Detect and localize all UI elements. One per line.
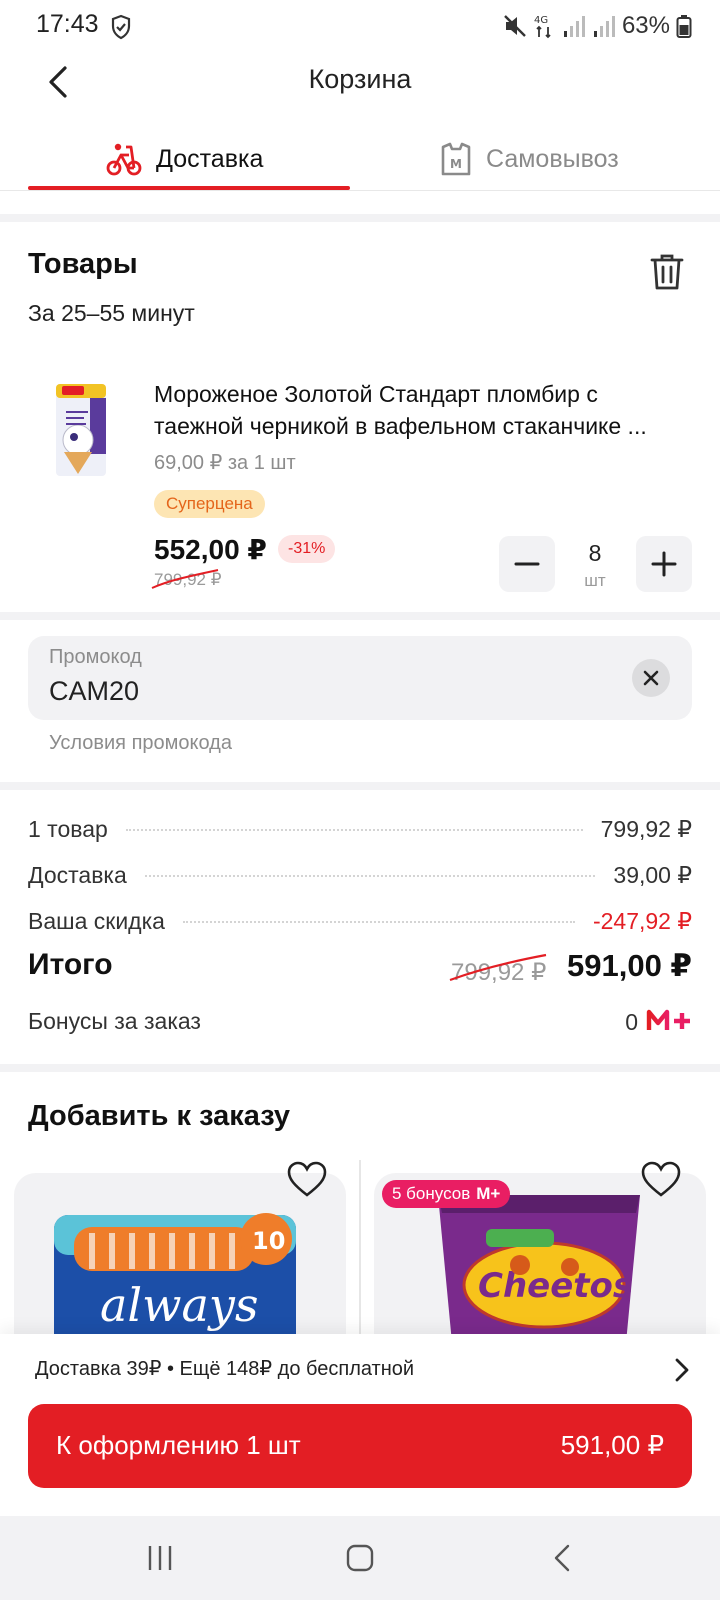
mute-icon	[504, 15, 526, 37]
chevron-right-icon[interactable]	[672, 1356, 692, 1384]
section-separator	[0, 612, 720, 620]
increase-quantity-button[interactable]	[636, 536, 692, 592]
tabs-divider	[0, 190, 720, 191]
strike-through-mark	[151, 569, 219, 589]
recent-apps-icon[interactable]	[146, 1544, 174, 1572]
superprice-badge: Суперцена	[154, 490, 265, 518]
summary-items-row: 1 товар 799,92 ₽	[28, 816, 692, 843]
discount-badge: -31%	[278, 535, 336, 563]
total-value: 591,00 ₽	[567, 948, 692, 983]
product-name-line-2: таежной черникой в вафельном стаканчике …	[154, 413, 647, 439]
battery-icon	[676, 15, 692, 38]
favorite-heart-icon[interactable]	[286, 1160, 328, 1198]
bonus-label: Бонусы за заказ	[28, 1008, 201, 1034]
svg-text:10: 10	[252, 1227, 285, 1255]
summary-delivery-label: Доставка	[28, 862, 127, 888]
bike-courier-icon	[106, 143, 142, 176]
svg-text:Cheetos: Cheetos	[478, 1266, 633, 1306]
promo-code-value[interactable]: CAM20	[49, 676, 139, 707]
tab-pickup-label: Самовывоз	[486, 144, 619, 173]
system-back-icon[interactable]	[552, 1544, 572, 1572]
shopping-bag-icon: M	[441, 142, 471, 176]
strike-through-mark	[449, 953, 547, 982]
summary-discount-value: -247,92 ₽	[592, 908, 692, 934]
checkout-button-label: К оформлению 1 шт	[56, 1430, 301, 1460]
svg-text:M: M	[450, 157, 462, 171]
product-name-line-1: Мороженое Золотой Стандарт пломбир с	[154, 381, 598, 407]
recommended-product-card[interactable]: 10 always	[14, 1173, 346, 1343]
summary-delivery-value: 39,00 ₽	[613, 862, 692, 888]
decrease-quantity-button[interactable]	[499, 536, 555, 592]
bonus-badge-text: 5 бонусов	[392, 1184, 471, 1203]
tab-delivery[interactable]: Доставка	[106, 130, 263, 188]
cards-divider	[359, 1160, 361, 1340]
summary-discount-label: Ваша скидка	[28, 908, 165, 934]
favorite-heart-icon[interactable]	[640, 1160, 682, 1198]
checkout-button-sum: 591,00 ₽	[560, 1430, 664, 1460]
minus-icon	[514, 562, 540, 566]
section-separator	[0, 1064, 720, 1072]
summary-discount-row: Ваша скидка -247,92 ₽	[28, 908, 692, 935]
signal-icon-2	[593, 16, 615, 37]
dotted-leader	[144, 875, 596, 877]
section-separator	[0, 782, 720, 790]
add-to-order-title: Добавить к заказу	[28, 1100, 291, 1132]
status-time: 17:43	[36, 10, 99, 38]
svg-text:4G: 4G	[534, 15, 548, 26]
total-label: Итого	[28, 948, 113, 981]
quantity-value: 8	[588, 540, 602, 566]
tab-pickup[interactable]: M Самовывоз	[440, 130, 619, 188]
always-pads-product-image: 10 always	[54, 1213, 296, 1343]
plus-icon	[651, 551, 677, 577]
section-separator	[0, 214, 720, 222]
tab-delivery-label: Доставка	[156, 144, 264, 173]
bonus-badge-logo: М+	[476, 1184, 501, 1203]
delivery-eta: За 25–55 минут	[28, 300, 195, 326]
product-price: 552,00 ₽	[154, 534, 267, 565]
svg-text:always: always	[100, 1278, 259, 1332]
summary-items-label: 1 товар	[28, 816, 108, 842]
shield-icon	[111, 14, 131, 40]
battery-percent: 63%	[621, 12, 670, 39]
clear-promo-button[interactable]	[632, 659, 670, 697]
product-name[interactable]: Мороженое Золотой Стандарт пломбир с тае…	[154, 378, 694, 442]
promo-terms-link[interactable]: Условия промокода	[49, 732, 232, 755]
summary-delivery-row: Доставка 39,00 ₽	[28, 862, 692, 889]
signal-icon-1	[563, 16, 585, 37]
quantity-unit: шт	[584, 571, 606, 590]
status-icons: 4G 63%	[502, 12, 692, 40]
dotted-leader	[182, 921, 575, 923]
summary-items-value: 799,92 ₽	[600, 816, 692, 842]
trash-icon[interactable]	[648, 252, 686, 292]
page-title: Корзина	[308, 64, 412, 94]
unit-price: 69,00 ₽ за 1 шт	[154, 452, 296, 474]
bonus-badge: 5 бонусов М+	[382, 1180, 511, 1208]
close-icon	[643, 670, 659, 686]
goods-title: Товары	[28, 248, 138, 280]
promo-code-label: Промокод	[49, 646, 142, 668]
free-delivery-hint[interactable]: Доставка 39₽ • Ещё 148₽ до бесплатной	[35, 1356, 414, 1381]
bonus-value: 0	[625, 1009, 638, 1035]
ice-cream-product-image[interactable]	[52, 382, 110, 478]
network-4g-icon: 4G	[534, 15, 551, 39]
dotted-leader	[125, 829, 583, 831]
m-plus-logo-icon	[646, 1009, 690, 1030]
home-icon[interactable]	[346, 1544, 374, 1572]
